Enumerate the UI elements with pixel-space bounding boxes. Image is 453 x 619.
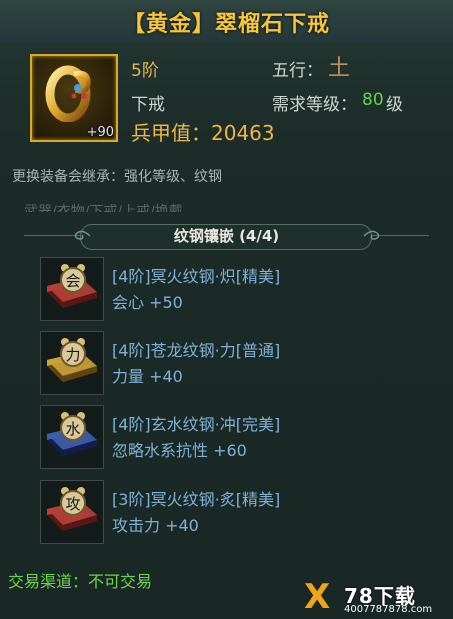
engraved-stone-icon: 会 bbox=[47, 264, 97, 308]
gem-name: [4阶]冥火纹钢·炽[精美] bbox=[112, 267, 281, 286]
gem-icon[interactable]: 水 bbox=[40, 405, 104, 469]
watermark-url: 4007787878.com bbox=[344, 604, 433, 615]
inherit-note: 更换装备会继承：强化等级、纹钢 bbox=[12, 169, 222, 185]
gem-icon[interactable]: 会 bbox=[40, 257, 104, 321]
gem-glyph: 会 bbox=[65, 272, 80, 290]
armor-power-value: 20463 bbox=[211, 121, 275, 145]
gem-row[interactable]: 水 [4阶]玄水纹钢·冲[完美] 忽略水系抗性 +60 bbox=[38, 405, 438, 475]
gem-row[interactable]: 攻 [3阶]冥火纹钢·炙[精美] 攻击力 +40 bbox=[38, 480, 438, 550]
wuxing-label: 五行： bbox=[272, 61, 323, 81]
item-title-bar: 【黄金】翠榴石下戒 bbox=[0, 0, 453, 43]
gem-section-header: 纹钢镶嵌 (4/4) bbox=[24, 222, 429, 250]
gem-name: [4阶]苍龙纹钢·力[普通] bbox=[112, 341, 281, 360]
gem-row[interactable]: 会 [4阶]冥火纹钢·炽[精美] 会心 +50 bbox=[38, 257, 438, 327]
gem-section-title: 纹钢镶嵌 (4/4) bbox=[173, 227, 280, 245]
gem-name: [4阶]玄水纹钢·冲[完美] bbox=[112, 415, 281, 434]
gem-stat: 力量 +40 bbox=[112, 367, 183, 386]
gold-ring-icon bbox=[45, 65, 91, 122]
item-type: 下戒 bbox=[131, 95, 165, 115]
gem-glyph: 攻 bbox=[65, 495, 80, 513]
gem-row[interactable]: 力 [4阶]苍龙纹钢·力[普通] 力量 +40 bbox=[38, 331, 438, 401]
item-title: 【黄金】翠榴石下戒 bbox=[122, 12, 330, 37]
gem-stat: 会心 +50 bbox=[112, 293, 183, 312]
enhance-level: +90 bbox=[86, 125, 114, 140]
armor-power: 兵甲值：20463 bbox=[131, 117, 275, 146]
required-level-label: 需求等级： bbox=[272, 95, 357, 115]
engraved-stone-icon: 攻 bbox=[47, 487, 97, 531]
watermark-logo: X 78下载 4007787878.com bbox=[300, 580, 450, 616]
gem-glyph: 力 bbox=[65, 346, 80, 364]
gem-stat: 忽略水系抗性 +60 bbox=[112, 441, 247, 460]
required-level-value: 80 bbox=[362, 90, 384, 110]
required-level-unit: 级 bbox=[386, 95, 403, 115]
watermark-x-icon: X bbox=[304, 577, 331, 617]
gem-icon[interactable]: 攻 bbox=[40, 480, 104, 544]
gem-icon[interactable]: 力 bbox=[40, 331, 104, 395]
ring-item-icon[interactable]: +90 bbox=[30, 54, 118, 142]
gem-name: [3阶]冥火纹钢·炙[精美] bbox=[112, 490, 281, 509]
engraved-stone-icon: 力 bbox=[47, 338, 97, 382]
item-stage: 5阶 bbox=[131, 61, 159, 81]
trade-channel: 交易渠道：不可交易 bbox=[8, 572, 153, 591]
gem-glyph: 水 bbox=[65, 420, 80, 438]
engraved-stone-icon: 水 bbox=[47, 412, 97, 456]
wuxing-value: 土 bbox=[328, 56, 351, 81]
armor-power-label: 兵甲值： bbox=[131, 121, 211, 145]
gem-stat: 攻击力 +40 bbox=[112, 516, 199, 535]
